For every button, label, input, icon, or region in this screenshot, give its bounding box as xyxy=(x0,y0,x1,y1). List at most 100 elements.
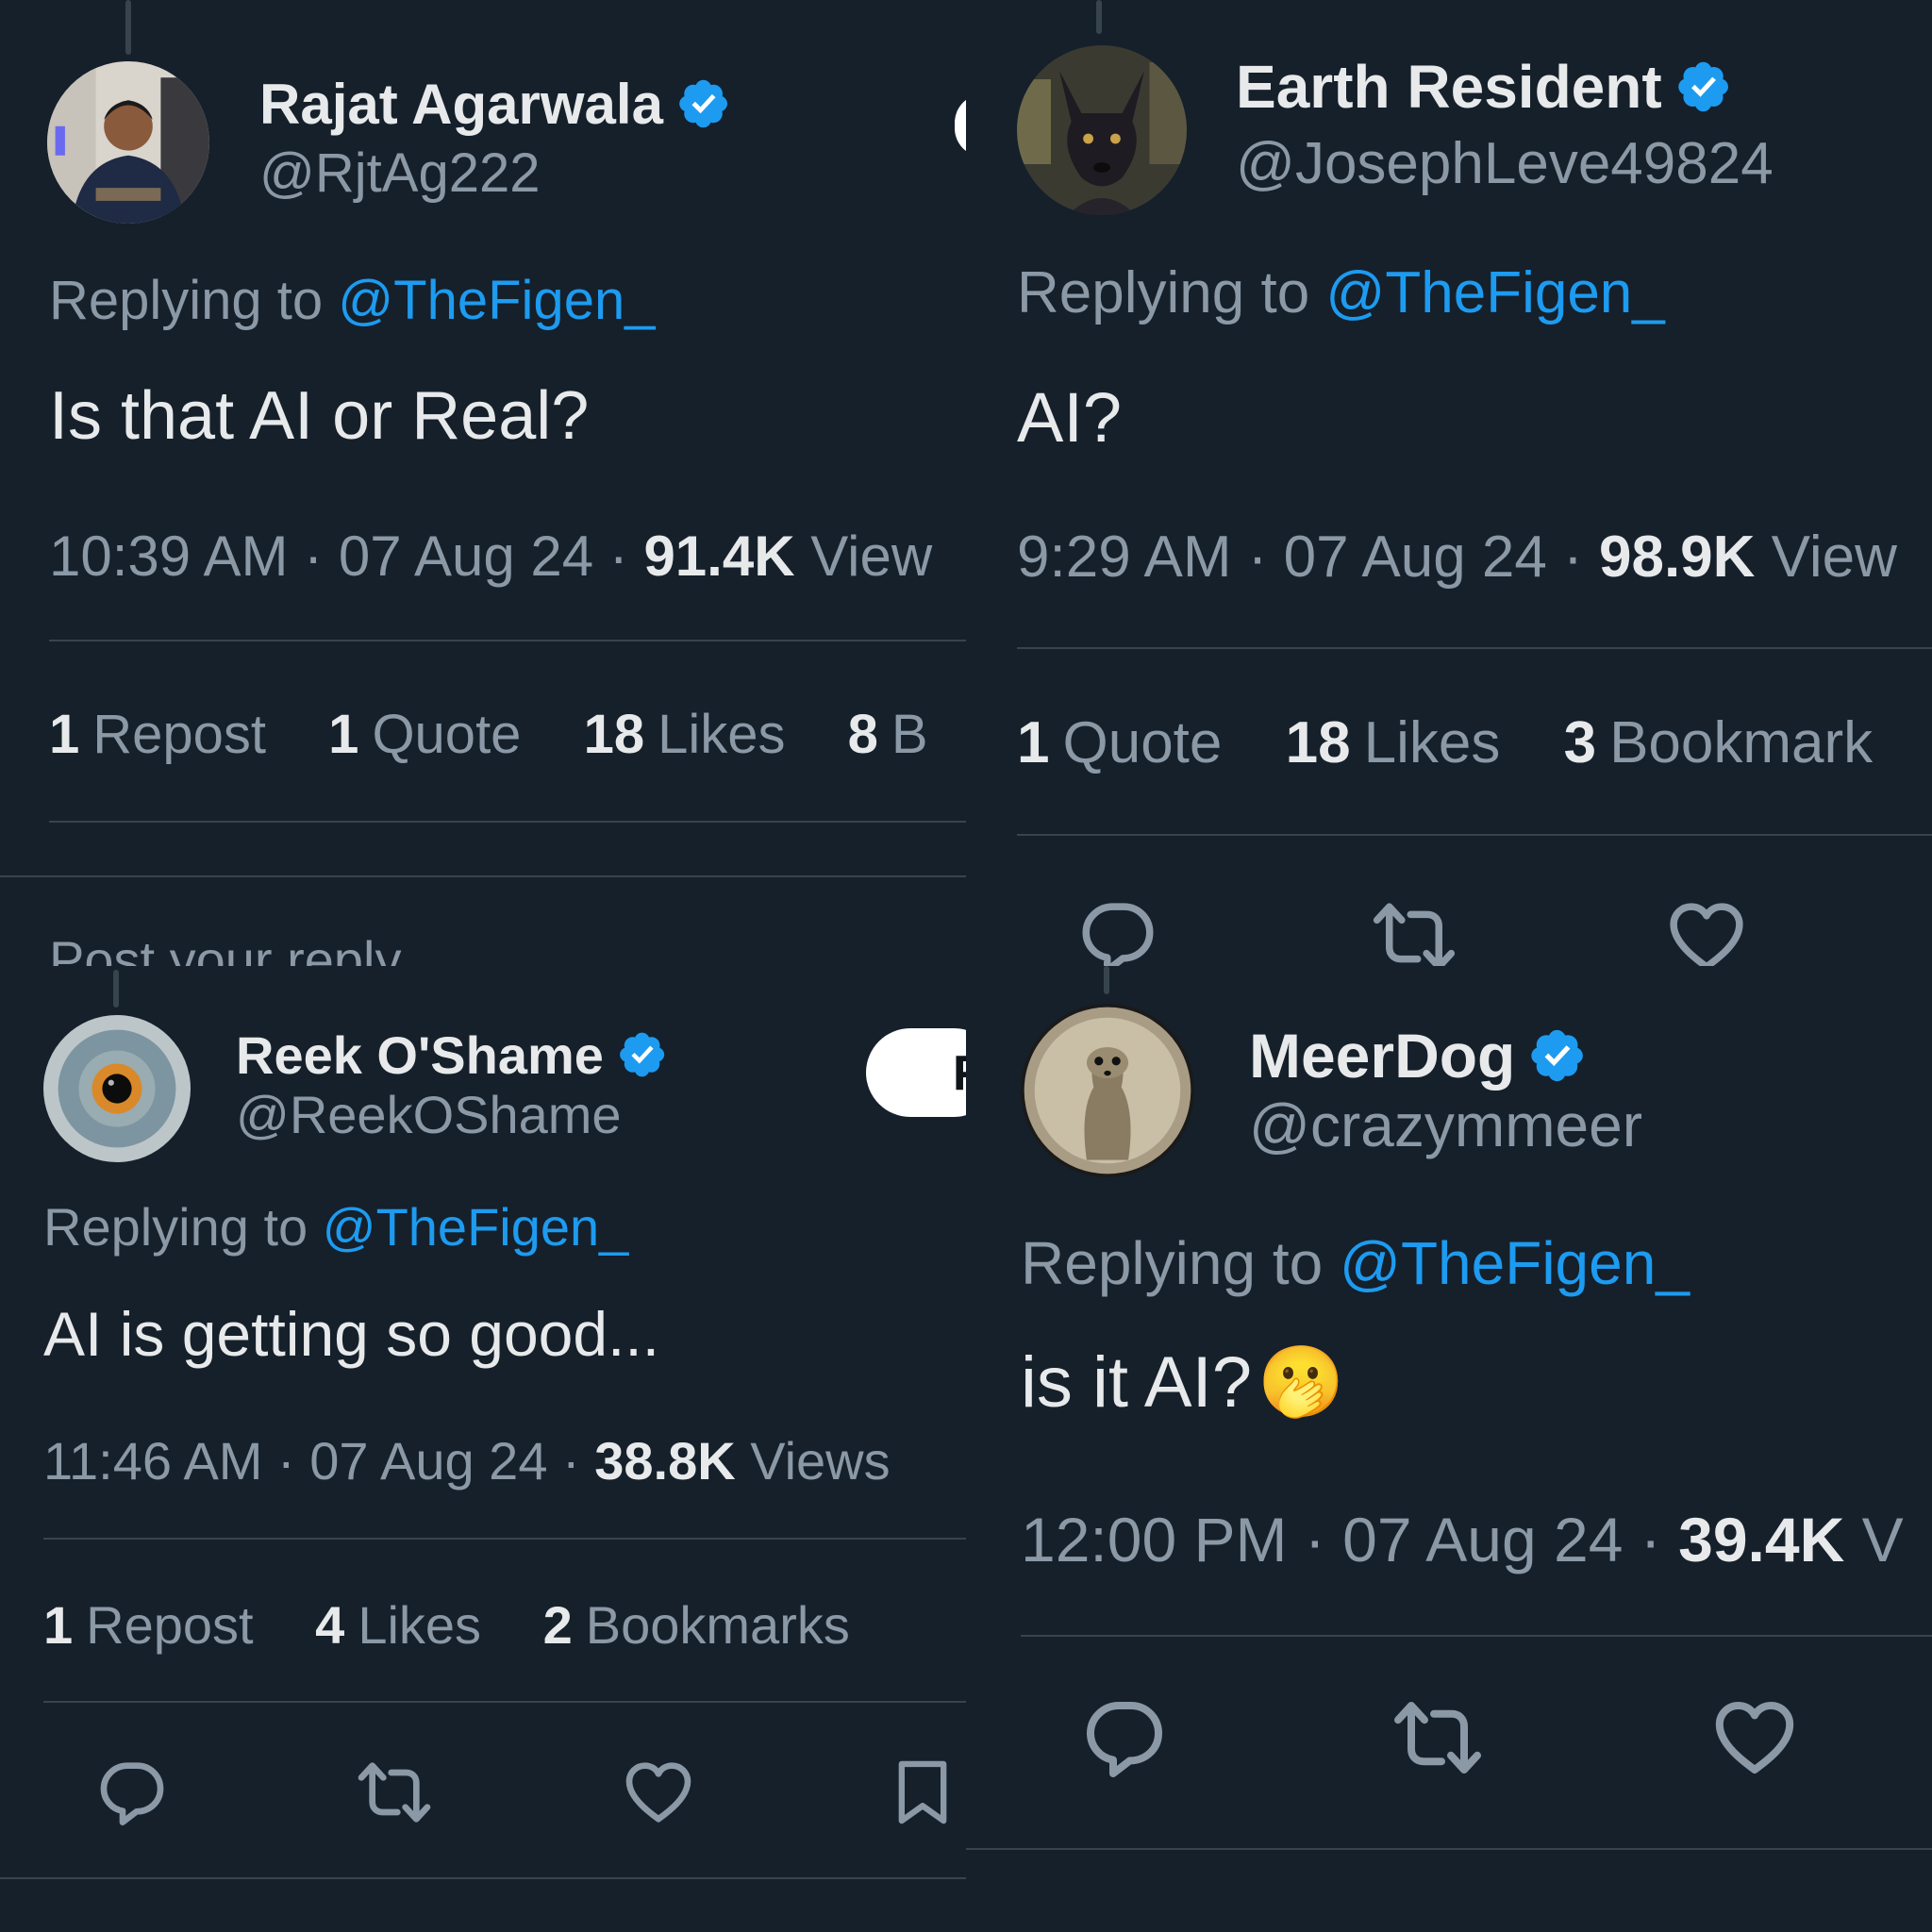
like-icon[interactable] xyxy=(1709,1692,1800,1783)
stat-likes[interactable]: 18 Likes xyxy=(584,704,786,765)
tweet-panel-earth-resident: Earth Resident @JosephLeve49824 Replying… xyxy=(966,0,1932,966)
reply-composer-placeholder[interactable]: Post your reply xyxy=(49,934,402,966)
like-icon[interactable] xyxy=(1664,894,1749,966)
engagement-stats: 1 Quote 18 Likes 3 Bookmark xyxy=(1017,709,1920,776)
display-name-text[interactable]: Reek O'Shame xyxy=(236,1024,604,1086)
thread-line xyxy=(1096,0,1102,34)
display-name-text[interactable]: Earth Resident xyxy=(1236,52,1662,122)
replying-to-label: Replying to xyxy=(43,1197,308,1257)
replying-to: Replying to @TheFigen_ xyxy=(43,1196,628,1257)
tweet-meta: 9:29 AM · 07 Aug 24 · 98.9K View xyxy=(1017,525,1897,590)
stat-reposts[interactable]: 1 Repost xyxy=(43,1595,254,1655)
tweet-date[interactable]: 07 Aug 24 xyxy=(1342,1505,1623,1574)
engagement-stats: 1 Repost 4 Likes 2 Bookmarks xyxy=(43,1594,897,1656)
mention-link[interactable]: @TheFigen_ xyxy=(323,1197,629,1257)
replying-to-label: Replying to xyxy=(1021,1229,1324,1297)
views-label: View xyxy=(810,525,933,588)
tweet-time[interactable]: 9:29 AM xyxy=(1017,525,1231,590)
verified-badge-icon xyxy=(619,1031,666,1078)
tweet-meta: 10:39 AM · 07 Aug 24 · 91.4K View xyxy=(49,525,933,588)
divider xyxy=(966,1848,1932,1850)
divider xyxy=(1017,647,1932,649)
views-count: 98.9K xyxy=(1598,525,1756,590)
stat-likes[interactable]: 4 Likes xyxy=(315,1595,481,1655)
tweet-meta: 12:00 PM · 07 Aug 24 · 39.4K V xyxy=(1021,1505,1904,1574)
reply-icon[interactable] xyxy=(1075,894,1160,966)
display-name[interactable]: Rajat Agarwala xyxy=(259,66,729,142)
stat-reposts[interactable]: 1 Repost xyxy=(49,704,266,765)
views-count: 39.4K xyxy=(1678,1505,1845,1574)
verified-badge-icon xyxy=(678,78,729,129)
stat-bookmarks[interactable]: 2 Bookmarks xyxy=(543,1595,850,1655)
emoji-face-with-hand-over-mouth: 🫢 xyxy=(1257,1342,1345,1421)
display-name[interactable]: MeerDog xyxy=(1249,1015,1585,1096)
verified-badge-icon xyxy=(1677,60,1730,113)
mention-link[interactable]: @TheFigen_ xyxy=(1325,260,1664,325)
user-handle[interactable]: @crazymmeer xyxy=(1249,1091,1642,1160)
tweet-date[interactable]: 07 Aug 24 xyxy=(339,525,593,588)
divider xyxy=(43,1538,966,1540)
user-handle[interactable]: @ReekOShame xyxy=(236,1084,622,1145)
divider xyxy=(49,821,966,823)
tweet-time[interactable]: 10:39 AM xyxy=(49,525,289,588)
follow-button-label[interactable]: F xyxy=(953,1045,966,1102)
tweet-time[interactable]: 11:46 AM xyxy=(43,1431,262,1491)
thread-line xyxy=(113,970,119,1008)
tweet-panel-rajat: Rajat Agarwala @RjtAg222 Replying to @Th… xyxy=(0,0,966,966)
avatar[interactable] xyxy=(43,1015,191,1162)
tweet-text: is it AI? 🫢 xyxy=(1021,1341,1344,1424)
display-name-text[interactable]: MeerDog xyxy=(1249,1020,1515,1091)
tweet-text: AI? xyxy=(1017,378,1123,457)
like-icon[interactable] xyxy=(621,1755,696,1830)
avatar[interactable] xyxy=(1017,45,1187,215)
avatar[interactable] xyxy=(1021,1004,1194,1177)
replying-to-label: Replying to xyxy=(49,270,324,331)
divider xyxy=(0,1877,966,1879)
mention-link[interactable]: @TheFigen_ xyxy=(338,270,655,331)
stat-quotes[interactable]: 1 Quote xyxy=(1017,710,1222,775)
follow-button[interactable]: F xyxy=(866,1028,966,1117)
mention-link[interactable]: @TheFigen_ xyxy=(1340,1229,1690,1297)
tweet-date[interactable]: 07 Aug 24 xyxy=(309,1431,547,1491)
retweet-icon[interactable] xyxy=(357,1755,432,1830)
replying-to-label: Replying to xyxy=(1017,260,1310,325)
engagement-stats: 1 Repost 1 Quote 18 Likes 8B xyxy=(49,703,966,766)
divider xyxy=(49,640,966,641)
display-name[interactable]: Reek O'Shame xyxy=(236,1019,666,1091)
tweet-time[interactable]: 12:00 PM xyxy=(1021,1505,1288,1574)
views-count: 38.8K xyxy=(594,1431,736,1491)
stat-quotes[interactable]: 1 Quote xyxy=(328,704,521,765)
tweet-text: Is that AI or Real? xyxy=(49,378,590,454)
reply-icon[interactable] xyxy=(94,1755,170,1830)
user-handle[interactable]: @RjtAg222 xyxy=(259,142,540,205)
replying-to: Replying to @TheFigen_ xyxy=(1017,259,1665,326)
follow-button[interactable] xyxy=(955,94,966,157)
stat-likes[interactable]: 18 Likes xyxy=(1286,710,1501,775)
tweet-text-content: is it AI? xyxy=(1021,1342,1252,1423)
tweet-meta: 11:46 AM · 07 Aug 24 · 38.8K Views xyxy=(43,1431,891,1491)
user-handle[interactable]: @JosephLeve49824 xyxy=(1236,130,1774,197)
divider xyxy=(0,875,966,877)
views-count: 91.4K xyxy=(643,525,795,588)
divider xyxy=(1017,834,1932,836)
tweet-panel-meerdog: MeerDog @crazymmeer Replying to @TheFige… xyxy=(966,966,1932,1932)
stat-bookmarks[interactable]: 8B xyxy=(848,704,928,765)
thread-line xyxy=(1104,966,1109,994)
stat-bookmarks[interactable]: 3 Bookmark xyxy=(1564,710,1874,775)
views-label: Views xyxy=(750,1431,891,1491)
reply-icon[interactable] xyxy=(1079,1692,1170,1783)
display-name-text[interactable]: Rajat Agarwala xyxy=(259,72,663,137)
avatar[interactable] xyxy=(47,61,209,224)
bookmark-icon[interactable] xyxy=(887,1757,958,1828)
tweet-panel-reek: Reek O'Shame @ReekOShame F Replying to @… xyxy=(0,966,966,1932)
divider xyxy=(43,1701,966,1703)
divider xyxy=(1021,1635,1932,1637)
thread-line xyxy=(125,0,131,55)
verified-badge-icon xyxy=(1530,1028,1585,1083)
tweet-date[interactable]: 07 Aug 24 xyxy=(1284,525,1547,590)
replying-to: Replying to @TheFigen_ xyxy=(49,269,655,332)
retweet-icon[interactable] xyxy=(1392,1692,1483,1783)
display-name[interactable]: Earth Resident xyxy=(1236,49,1730,125)
retweet-icon[interactable] xyxy=(1372,894,1457,966)
replying-to: Replying to @TheFigen_ xyxy=(1021,1228,1690,1298)
